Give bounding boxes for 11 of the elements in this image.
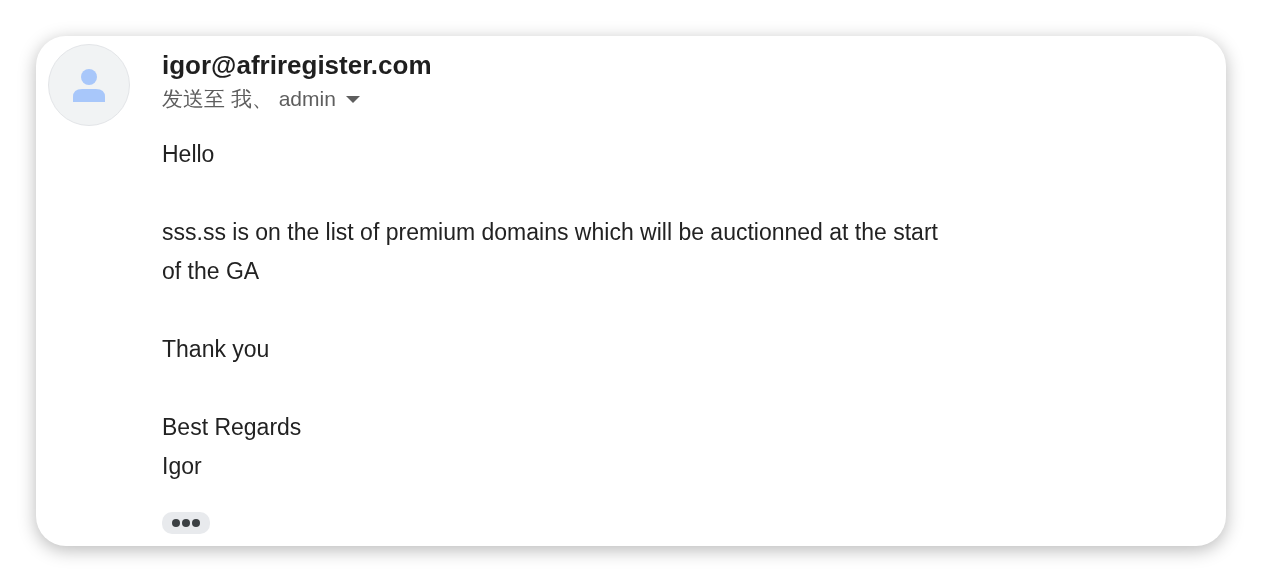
message-text: sss.ss is on the list of premium domains which will be auctionned at the start of the GA bbox=[162, 218, 939, 286]
caret-icon bbox=[345, 95, 360, 103]
show-trimmed-button[interactable] bbox=[162, 512, 210, 534]
ellipsis-icon bbox=[172, 519, 200, 527]
message-text: Best Regards bbox=[162, 413, 303, 442]
recipients-dropdown[interactable]: 发送至 我、 admin bbox=[162, 85, 360, 113]
sender-email: igor@afriregister.com bbox=[162, 50, 432, 81]
message-text: Thank you bbox=[162, 335, 271, 364]
message-text: Igor bbox=[162, 452, 203, 481]
message-text: Hello bbox=[162, 140, 216, 169]
person-icon bbox=[72, 68, 106, 102]
